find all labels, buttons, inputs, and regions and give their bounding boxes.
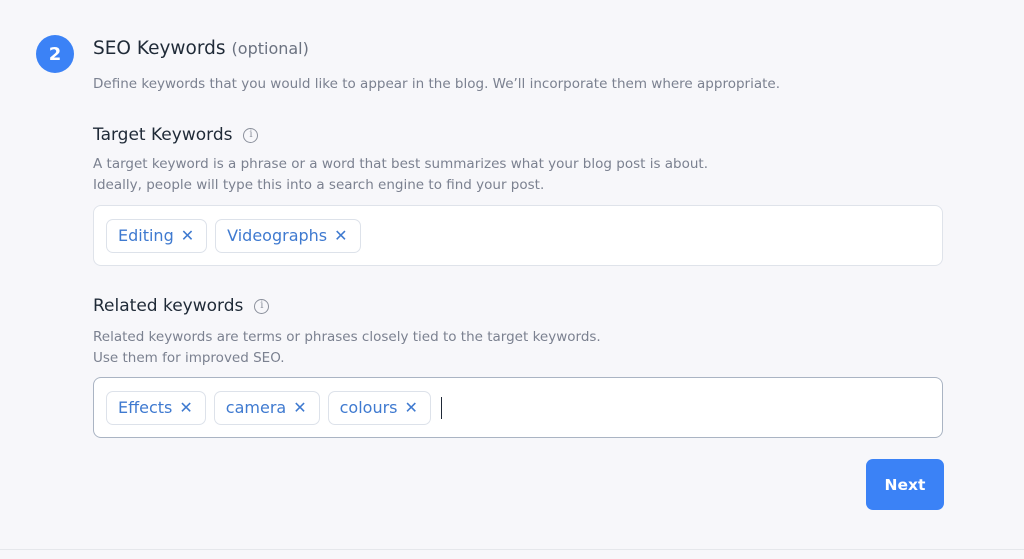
target-keywords-label-text: Target Keywords <box>93 125 233 145</box>
target-keywords-description-line2: Ideally, people will type this into a se… <box>93 177 545 193</box>
keyword-chip: Videographs ✕ <box>215 218 361 253</box>
remove-keyword-icon[interactable]: ✕ <box>334 226 347 245</box>
target-keywords-input[interactable]: Editing ✕ Videographs ✕ <box>93 205 943 266</box>
keyword-chip-label: camera <box>225 398 287 417</box>
keyword-chip: colours ✕ <box>327 390 431 425</box>
keyword-chip-label: Editing <box>118 226 174 245</box>
optional-label: (optional) <box>231 39 309 58</box>
related-keywords-input[interactable]: Effects ✕ camera ✕ colours ✕ <box>93 377 943 438</box>
next-button[interactable]: Next <box>866 459 944 510</box>
step-number-badge: 2 <box>36 35 74 73</box>
related-keywords-label: Related keywords i <box>93 296 270 316</box>
text-cursor <box>440 396 443 419</box>
info-icon[interactable]: i <box>243 127 259 143</box>
related-keywords-description-line2: Use them for improved SEO. <box>93 350 285 366</box>
related-keywords-description-line1: Related keywords are terms or phrases cl… <box>93 329 601 345</box>
section-title: SEO Keywords (optional) <box>93 38 309 59</box>
section-description: Define keywords that you would like to a… <box>93 76 780 92</box>
remove-keyword-icon[interactable]: ✕ <box>293 398 306 417</box>
bottom-divider <box>0 549 1024 550</box>
remove-keyword-icon[interactable]: ✕ <box>179 398 192 417</box>
info-icon[interactable]: i <box>254 298 270 314</box>
remove-keyword-icon[interactable]: ✕ <box>181 226 194 245</box>
keyword-chip: Editing ✕ <box>106 218 208 253</box>
keyword-chip-label: colours <box>339 398 398 417</box>
target-keywords-label: Target Keywords i <box>93 125 259 145</box>
target-keywords-description: A target keyword is a phrase or a word t… <box>93 154 708 196</box>
keyword-chip: camera ✕ <box>213 390 320 425</box>
keyword-chip-label: Effects <box>118 398 173 417</box>
related-keywords-description: Related keywords are terms or phrases cl… <box>93 327 601 369</box>
keyword-chip-label: Videographs <box>227 226 328 245</box>
remove-keyword-icon[interactable]: ✕ <box>405 398 418 417</box>
target-keywords-description-line1: A target keyword is a phrase or a word t… <box>93 156 709 172</box>
section-title-text: SEO Keywords <box>93 38 226 59</box>
keyword-chip: Effects ✕ <box>106 390 206 425</box>
related-keywords-label-text: Related keywords <box>93 296 244 316</box>
